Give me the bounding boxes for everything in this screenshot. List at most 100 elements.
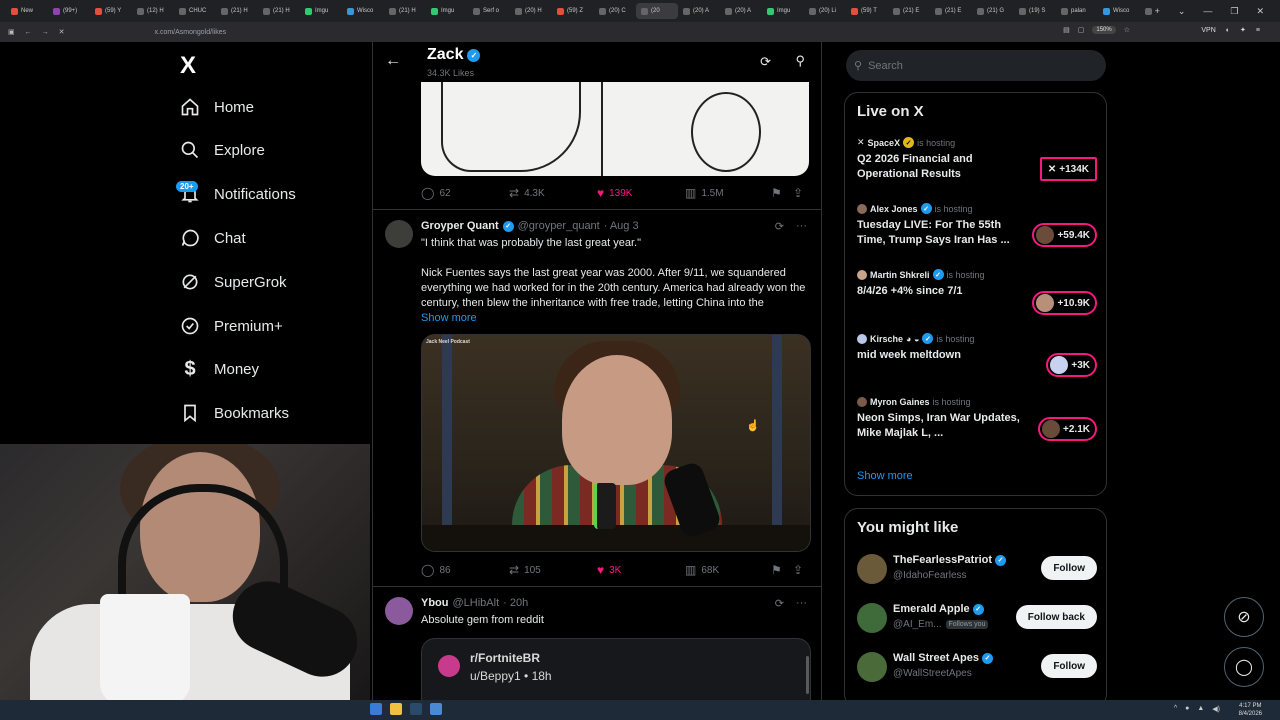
browser-tab[interactable]: (59) T (846, 3, 888, 19)
live-listeners-pill[interactable]: +59.4K (1032, 223, 1097, 247)
app-icon[interactable] (430, 703, 442, 715)
more-icon[interactable]: ··· (796, 220, 807, 233)
tray-app-icon[interactable]: ● (1185, 705, 1189, 713)
file-explorer-icon[interactable] (390, 703, 402, 715)
live-item[interactable]: Martin Shkreli ✓ is hosting 8/4/26 +4% sin… (857, 269, 1097, 315)
browser-tab[interactable]: Wisco (342, 3, 384, 19)
browser-tab[interactable]: (21) H (216, 3, 258, 19)
repost-button[interactable]: ⇄ 105 (509, 563, 597, 577)
back-icon[interactable]: ← (25, 29, 32, 36)
like-button[interactable]: ♥ 3K (597, 563, 685, 577)
search-icon[interactable]: ⚲ (795, 53, 805, 69)
tweet-date[interactable]: · Aug 3 (604, 220, 639, 232)
browser-tab[interactable]: (20 (636, 3, 678, 19)
nav-home[interactable]: Home (180, 97, 254, 117)
minimize-icon[interactable]: — (1203, 6, 1212, 16)
reply-button[interactable]: ◯ 62 (421, 186, 509, 200)
author-name[interactable]: Groyper Quant (421, 220, 499, 232)
browser-tab[interactable]: (20) A (678, 3, 720, 19)
browser-tab[interactable]: (99+) (48, 3, 90, 19)
system-clock[interactable]: 4:17 PM 8/4/2026 (1239, 702, 1262, 718)
browser-tab[interactable]: (20) C (594, 3, 636, 19)
live-item[interactable]: Alex Jones ✓ is hosting Tuesday LIVE: For … (857, 203, 1097, 248)
like-button[interactable]: ♥ 139K (597, 186, 685, 200)
avatar[interactable] (385, 597, 413, 625)
search-input[interactable] (868, 59, 1089, 72)
show-more-link[interactable]: Show more (421, 311, 813, 326)
author-name[interactable]: Ybou (421, 597, 449, 609)
follow-back-button[interactable]: Follow back (1015, 605, 1097, 629)
author-handle[interactable]: @LHibAlt (453, 597, 500, 609)
start-icon[interactable] (370, 703, 382, 715)
avatar[interactable] (385, 220, 413, 248)
browser-tab[interactable]: (59) Y (90, 3, 132, 19)
main-timeline[interactable]: ← Zack ✓ 34.3K Likes ⟳ ⚲ ◯ 62 ⇄ 4.3K ♥ 139K … (372, 42, 822, 702)
nav-money[interactable]: $ Money (180, 358, 259, 380)
nav-premium[interactable]: Premium+ (180, 316, 283, 336)
wallet-icon[interactable]: ◐ (1226, 27, 1230, 34)
browser-tab[interactable]: (20) H (510, 3, 552, 19)
views-button[interactable]: ▥ 68K (685, 563, 771, 577)
forward-icon[interactable]: → (42, 29, 49, 36)
browser-tab[interactable]: (21) G (972, 3, 1014, 19)
bookmark-button[interactable]: ⚑ (771, 186, 793, 200)
browser-tab[interactable]: (59) Z (552, 3, 594, 19)
grok-refresh-icon[interactable]: ⟳ (760, 54, 771, 70)
star-icon[interactable]: ☆ (1124, 26, 1130, 34)
nav-bookmarks[interactable]: Bookmarks (180, 403, 289, 423)
suggested-user[interactable]: TheFearlessPatriot ✓ @IdahoFearless Follo… (857, 552, 1097, 586)
browser-tab[interactable]: Wisco (1098, 3, 1140, 19)
live-item[interactable]: ✕ SpaceX ✓ is hosting Q2 2026 Financial and… (857, 137, 1097, 182)
x-logo[interactable]: X (180, 52, 196, 80)
live-show-more[interactable]: Show more (857, 470, 913, 482)
repost-button[interactable]: ⇄ 4.3K (509, 186, 597, 200)
tray-chevron-icon[interactable]: ^ (1174, 705, 1177, 713)
live-listeners-pill[interactable]: ✕ +134K (1039, 157, 1097, 181)
live-listeners-pill[interactable]: +2.1K (1038, 417, 1097, 441)
browser-tab[interactable]: palan (1056, 3, 1098, 19)
browser-tab[interactable]: Imgu (426, 3, 468, 19)
browser-tab[interactable]: (21) E (930, 3, 972, 19)
share-button[interactable]: ⇪ (793, 186, 803, 200)
suggested-user[interactable]: Wall Street Apes ✓ @WallStreetApes Follow (857, 650, 1097, 684)
more-icon[interactable]: ··· (796, 597, 807, 610)
screenshot-icon[interactable]: ▢ (1078, 26, 1085, 34)
tweet-date[interactable]: · 20h (503, 597, 528, 609)
grok-icon[interactable]: ⟳ (775, 597, 784, 610)
follow-button[interactable]: Follow (1041, 556, 1097, 580)
nav-chat[interactable]: Chat (180, 228, 246, 248)
browser-tab[interactable]: Imgu (762, 3, 804, 19)
volume-icon[interactable]: ◀) (1212, 705, 1220, 713)
avatar[interactable] (857, 603, 887, 633)
tab-list-icon[interactable]: ⌄ (1178, 6, 1186, 17)
live-listeners-pill[interactable]: +3K (1046, 353, 1097, 377)
suggested-user[interactable]: Emerald Apple ✓ @AI_Em... Follows you Foll… (857, 601, 1097, 635)
url-field[interactable]: x.com/Asmongold/likes (155, 29, 227, 36)
menu-icon[interactable]: ≡ (1256, 27, 1260, 34)
sidebar-toggle-icon[interactable]: ▣ (8, 28, 15, 36)
nav-supergrok[interactable]: SuperGrok (180, 272, 287, 292)
reader-icon[interactable]: ▤ (1063, 26, 1070, 34)
live-item[interactable]: Myron Gaines is hosting Neon Simps, Iran … (857, 397, 1097, 441)
browser-tab[interactable]: (21) H (384, 3, 426, 19)
live-item[interactable]: Kirsche ◕ ◒ ✓ is hosting mid week meltdown … (857, 333, 1097, 377)
network-icon[interactable]: ▲ (1197, 705, 1204, 713)
browser-tab[interactable]: CHUC (174, 3, 216, 19)
embedded-card[interactable]: r/FortniteBR u/Beppy1 • 18h (421, 638, 811, 702)
grok-icon[interactable]: ⟳ (775, 220, 784, 233)
extensions-icon[interactable]: ✦ (1240, 26, 1246, 34)
stop-icon[interactable]: ✕ (59, 28, 65, 36)
browser-tab[interactable]: (12) H (132, 3, 174, 19)
vpn-button[interactable]: VPN (1201, 27, 1215, 34)
back-arrow-icon[interactable]: ← (385, 52, 401, 70)
browser-tab[interactable]: (20) A (720, 3, 762, 19)
avatar[interactable] (857, 554, 887, 584)
new-tab-icon[interactable]: + (1155, 6, 1160, 16)
tweet-image[interactable] (421, 82, 809, 176)
browser-tab[interactable]: Imgu (300, 3, 342, 19)
browser-tab[interactable]: (21) H (258, 3, 300, 19)
search-box[interactable]: ⚲ (846, 50, 1106, 81)
nav-explore[interactable]: Explore (180, 140, 265, 160)
browser-tab[interactable]: (21) E (888, 3, 930, 19)
follow-button[interactable]: Follow (1041, 654, 1097, 678)
